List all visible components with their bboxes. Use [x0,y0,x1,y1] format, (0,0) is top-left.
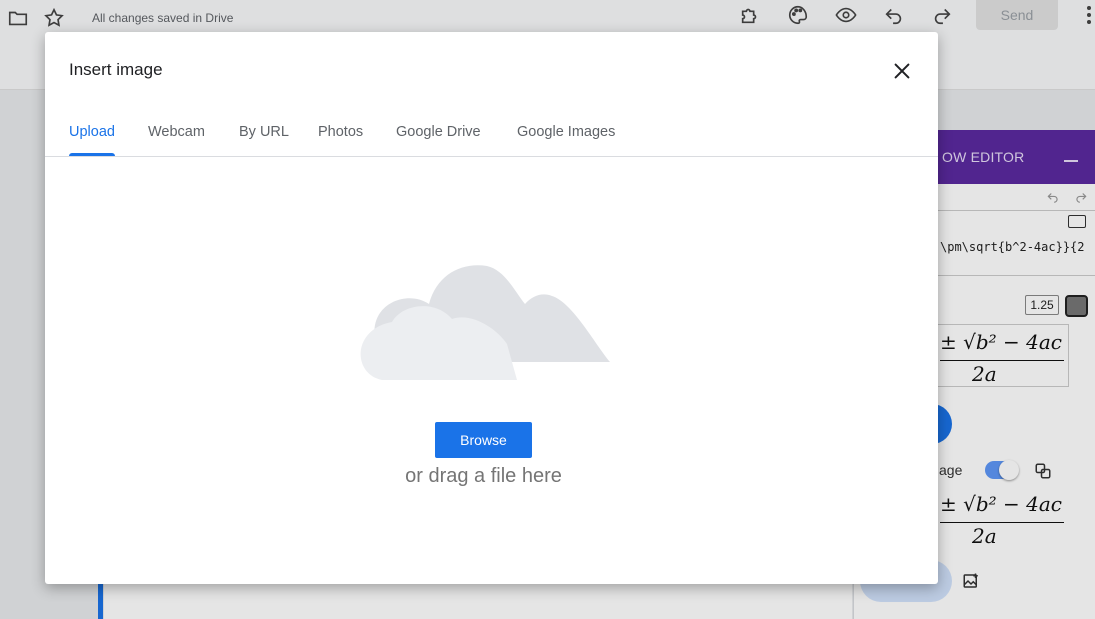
browse-button[interactable]: Browse [435,422,532,458]
tab-google-drive[interactable]: Google Drive [396,124,481,140]
tab-photos[interactable]: Photos [318,124,363,140]
active-tab-indicator [69,153,115,156]
insert-image-dialog: Insert image Upload Webcam By URL Photos… [45,32,938,584]
tab-upload[interactable]: Upload [69,124,115,140]
drag-file-hint: or drag a file here [405,465,562,487]
dialog-tabs: Upload Webcam By URL Photos Google Drive… [45,114,938,157]
upload-cloud-icon [360,265,610,380]
dialog-title: Insert image [69,60,163,79]
close-icon[interactable] [891,60,913,82]
tab-webcam[interactable]: Webcam [148,124,205,140]
tab-google-images[interactable]: Google Images [517,124,615,140]
tab-by-url[interactable]: By URL [239,124,289,140]
